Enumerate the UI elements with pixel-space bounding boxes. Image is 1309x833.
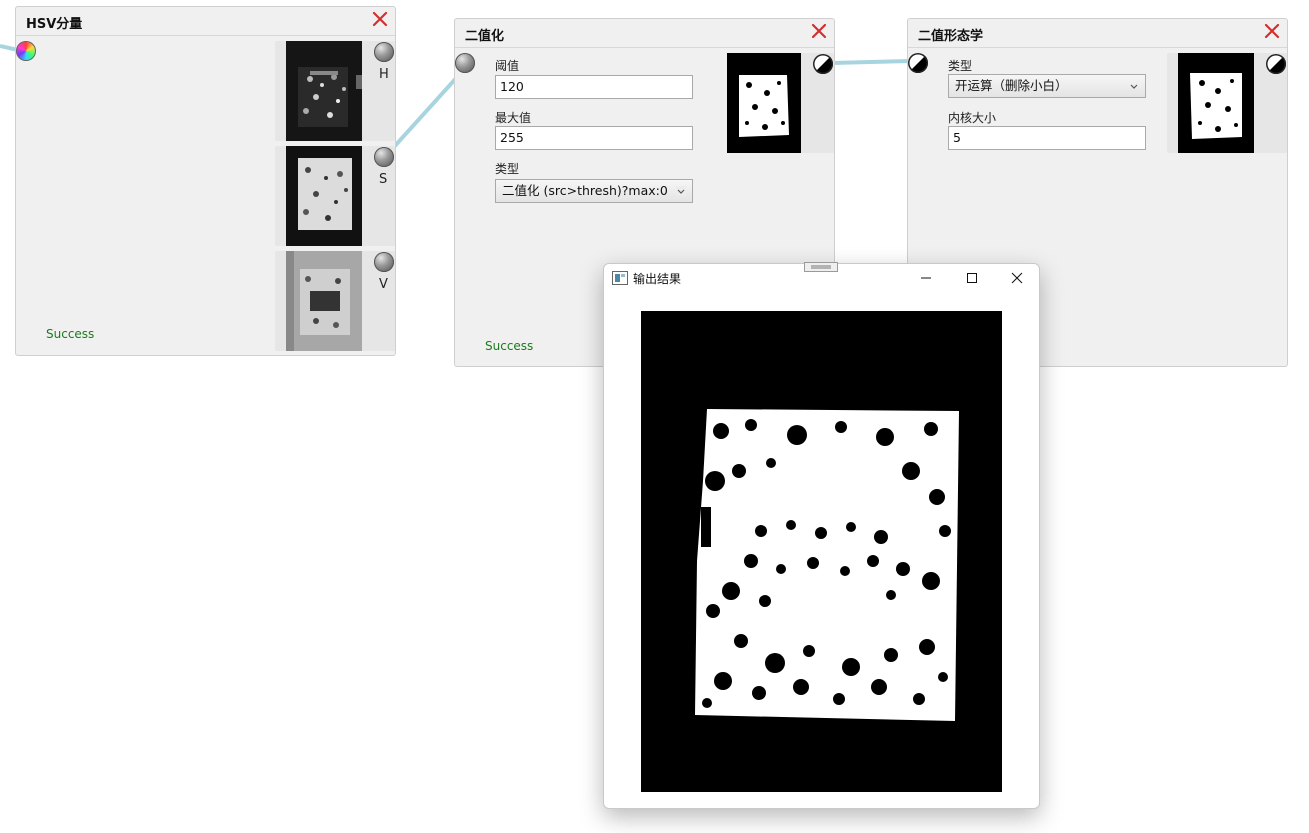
max-input[interactable]: 255: [495, 126, 693, 150]
close-icon[interactable]: [371, 10, 389, 28]
binarize-thumbnail: [727, 53, 801, 153]
hsv-node-header[interactable]: HSV分量: [16, 7, 395, 36]
hsv-node[interactable]: HSV分量 H S V Success: [15, 6, 396, 356]
close-icon[interactable]: [994, 264, 1040, 292]
v-thumbnail: [286, 251, 362, 351]
chevron-down-icon: [1130, 84, 1138, 89]
morph-type-dropdown[interactable]: 开运算（删除小白）: [948, 74, 1146, 98]
gray-port-icon[interactable]: [374, 252, 394, 272]
hsv-status: Success: [46, 327, 95, 341]
type-dropdown-value: 二值化 (src>thresh)?max:0: [502, 183, 668, 198]
morph-node-header[interactable]: 二值形态学: [908, 19, 1287, 48]
output-image: [641, 311, 1002, 792]
h-channel-preview: H: [275, 41, 395, 141]
morph-type-dropdown-value: 开运算（删除小白）: [955, 78, 1068, 93]
type-label: 类型: [495, 162, 520, 176]
chevron-down-icon: [676, 186, 686, 196]
output-port-icon[interactable]: [813, 54, 833, 74]
binarize-preview: [727, 53, 834, 153]
h-channel-label: H: [379, 67, 389, 82]
input-port-icon[interactable]: [455, 53, 475, 73]
minimize-icon[interactable]: [903, 264, 949, 292]
output-port-icon[interactable]: [1266, 54, 1286, 74]
morph-node-title: 二值形态学: [918, 29, 984, 44]
output-window-title: 输出结果: [633, 272, 682, 286]
gray-port-icon[interactable]: [374, 42, 394, 62]
kernel-size-input[interactable]: 5: [948, 126, 1146, 150]
close-icon[interactable]: [1263, 22, 1281, 40]
binarize-node-title: 二值化: [465, 29, 505, 44]
kernel-size-label: 内核大小: [948, 111, 997, 125]
h-thumbnail: [286, 41, 362, 141]
v-channel-label: V: [379, 277, 388, 292]
morph-type-label: 类型: [948, 59, 973, 73]
s-channel-label: S: [379, 172, 388, 187]
type-dropdown[interactable]: 二值化 (src>thresh)?max:0: [495, 179, 693, 203]
morph-preview: [1167, 53, 1287, 153]
s-channel-preview: S: [275, 146, 395, 246]
threshold-input[interactable]: 120: [495, 75, 693, 99]
rainbow-port-icon[interactable]: [16, 41, 36, 61]
input-port-icon[interactable]: [908, 53, 928, 73]
hsv-node-title: HSV分量: [26, 17, 83, 32]
app-icon: [612, 271, 628, 285]
maximize-icon[interactable]: [949, 264, 995, 292]
output-window[interactable]: 输出结果: [603, 262, 1040, 809]
close-icon[interactable]: [810, 22, 828, 40]
v-channel-preview: V: [275, 251, 395, 351]
binarize-status: Success: [485, 339, 534, 353]
morph-thumbnail: [1178, 53, 1254, 153]
gray-port-icon[interactable]: [374, 147, 394, 167]
max-label: 最大值: [495, 111, 532, 125]
s-thumbnail: [286, 146, 362, 246]
binarize-node-header[interactable]: 二值化: [455, 19, 834, 48]
drag-grip[interactable]: [804, 262, 838, 272]
threshold-label: 阈值: [495, 59, 520, 73]
